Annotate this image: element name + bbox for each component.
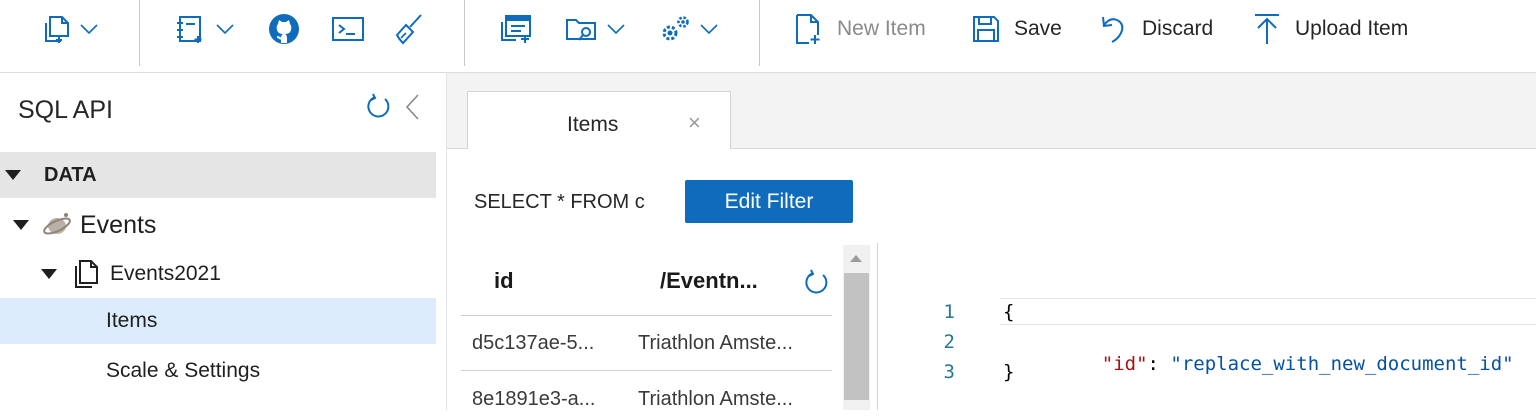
tree-section-data[interactable]: DATA xyxy=(0,152,436,198)
clear-icon xyxy=(394,13,424,45)
query-text: SELECT * FROM c xyxy=(474,191,645,213)
column-header-partition-key[interactable]: /Eventn... xyxy=(660,268,758,294)
editor-splitter[interactable] xyxy=(877,243,878,410)
new-item-icon xyxy=(795,13,823,45)
cell-id: 8e1891e3-a... xyxy=(472,388,596,410)
column-header-id[interactable]: id xyxy=(494,268,514,294)
new-query-button[interactable] xyxy=(500,8,532,50)
discard-label: Discard xyxy=(1142,17,1214,40)
discard-icon xyxy=(1100,14,1128,44)
discard-button[interactable]: Discard xyxy=(1100,8,1213,50)
settings-icon xyxy=(658,13,694,45)
tab-close-button[interactable]: × xyxy=(688,110,701,136)
chevron-down-icon xyxy=(607,24,625,34)
database-icon xyxy=(42,211,72,239)
github-icon xyxy=(268,13,300,45)
tree-item-label: Items xyxy=(106,309,158,332)
scroll-up-arrow[interactable] xyxy=(849,253,863,263)
caret-down-icon xyxy=(4,169,22,181)
chevron-down-icon xyxy=(216,24,234,34)
save-icon xyxy=(972,15,1000,43)
upload-item-label: Upload Item xyxy=(1295,17,1409,40)
container-icon xyxy=(74,259,100,289)
tree-item-container[interactable]: Events2021 xyxy=(0,251,436,297)
json-editor[interactable]: { "id": "replace_with_new_document_id" } xyxy=(1000,300,1536,392)
tree-item-scale-settings[interactable]: Scale & Settings xyxy=(0,348,436,394)
json-colon: : xyxy=(1147,353,1171,375)
tree-item-label: Events2021 xyxy=(110,262,221,285)
new-query-icon xyxy=(500,14,532,44)
tab-items[interactable]: Items × xyxy=(467,91,731,149)
upload-icon xyxy=(1253,13,1281,45)
caret-down-icon xyxy=(40,268,58,280)
tree-item-database[interactable]: Events xyxy=(0,202,436,248)
cell-id: d5c137ae-5... xyxy=(472,332,595,354)
toolbar-separator xyxy=(464,0,465,66)
clear-button[interactable] xyxy=(394,8,424,50)
toolbar-separator xyxy=(759,0,760,66)
chevron-down-icon xyxy=(80,24,98,34)
chevron-down-icon xyxy=(700,24,718,34)
row-divider xyxy=(461,315,832,316)
grid-scrollbar-thumb[interactable] xyxy=(844,273,869,400)
row-divider xyxy=(461,370,832,371)
new-container-button[interactable] xyxy=(42,8,98,50)
collapse-panel-button[interactable] xyxy=(404,93,420,121)
open-query-icon xyxy=(565,15,599,43)
edit-filter-button[interactable]: Edit Filter xyxy=(685,180,853,223)
tree-item-label: Scale & Settings xyxy=(106,359,261,382)
save-button[interactable]: Save xyxy=(972,8,1062,50)
table-row[interactable]: 8e1891e3-a... Triathlon Amste... xyxy=(461,386,832,416)
json-value: "replace_with_new_document_id" xyxy=(1170,353,1514,375)
caret-down-icon xyxy=(12,219,30,231)
toolbar-separator xyxy=(139,0,140,66)
tree-item-label: Events xyxy=(80,210,157,239)
terminal-icon xyxy=(331,16,365,42)
json-open-brace: { xyxy=(1003,301,1015,323)
github-button[interactable] xyxy=(268,8,300,50)
refresh-documents-button[interactable] xyxy=(802,269,830,297)
table-row[interactable]: d5c137ae-5... Triathlon Amste... xyxy=(461,330,832,360)
tab-label: Items xyxy=(567,113,619,136)
line-number: 3 xyxy=(943,361,955,383)
save-label: Save xyxy=(1014,17,1062,40)
json-close-brace: } xyxy=(1003,361,1015,383)
refresh-icon xyxy=(802,269,830,297)
json-line: "id": "replace_with_new_document_id" xyxy=(1056,331,1514,397)
tree-section-label: DATA xyxy=(44,163,97,186)
line-number: 1 xyxy=(943,301,955,323)
new-item-button[interactable]: New Item xyxy=(795,8,926,50)
open-query-button[interactable] xyxy=(565,8,625,50)
line-number: 2 xyxy=(943,331,955,353)
new-item-label: New Item xyxy=(837,17,926,40)
settings-button[interactable] xyxy=(658,8,718,50)
new-notebook-icon xyxy=(176,14,206,44)
refresh-tree-button[interactable] xyxy=(364,93,392,121)
tree-item-items[interactable]: Items xyxy=(0,298,436,344)
new-notebook-button[interactable] xyxy=(176,8,234,50)
new-container-icon xyxy=(42,14,70,44)
cell-partition-key: Triathlon Amste... xyxy=(638,388,793,410)
open-terminal-button[interactable] xyxy=(331,8,365,50)
json-key: "id" xyxy=(1101,353,1148,375)
api-title: SQL API xyxy=(18,96,113,124)
chevron-left-icon xyxy=(404,93,420,121)
cell-partition-key: Triathlon Amste... xyxy=(638,332,793,354)
upload-item-button[interactable]: Upload Item xyxy=(1253,8,1408,50)
refresh-icon xyxy=(364,93,392,121)
